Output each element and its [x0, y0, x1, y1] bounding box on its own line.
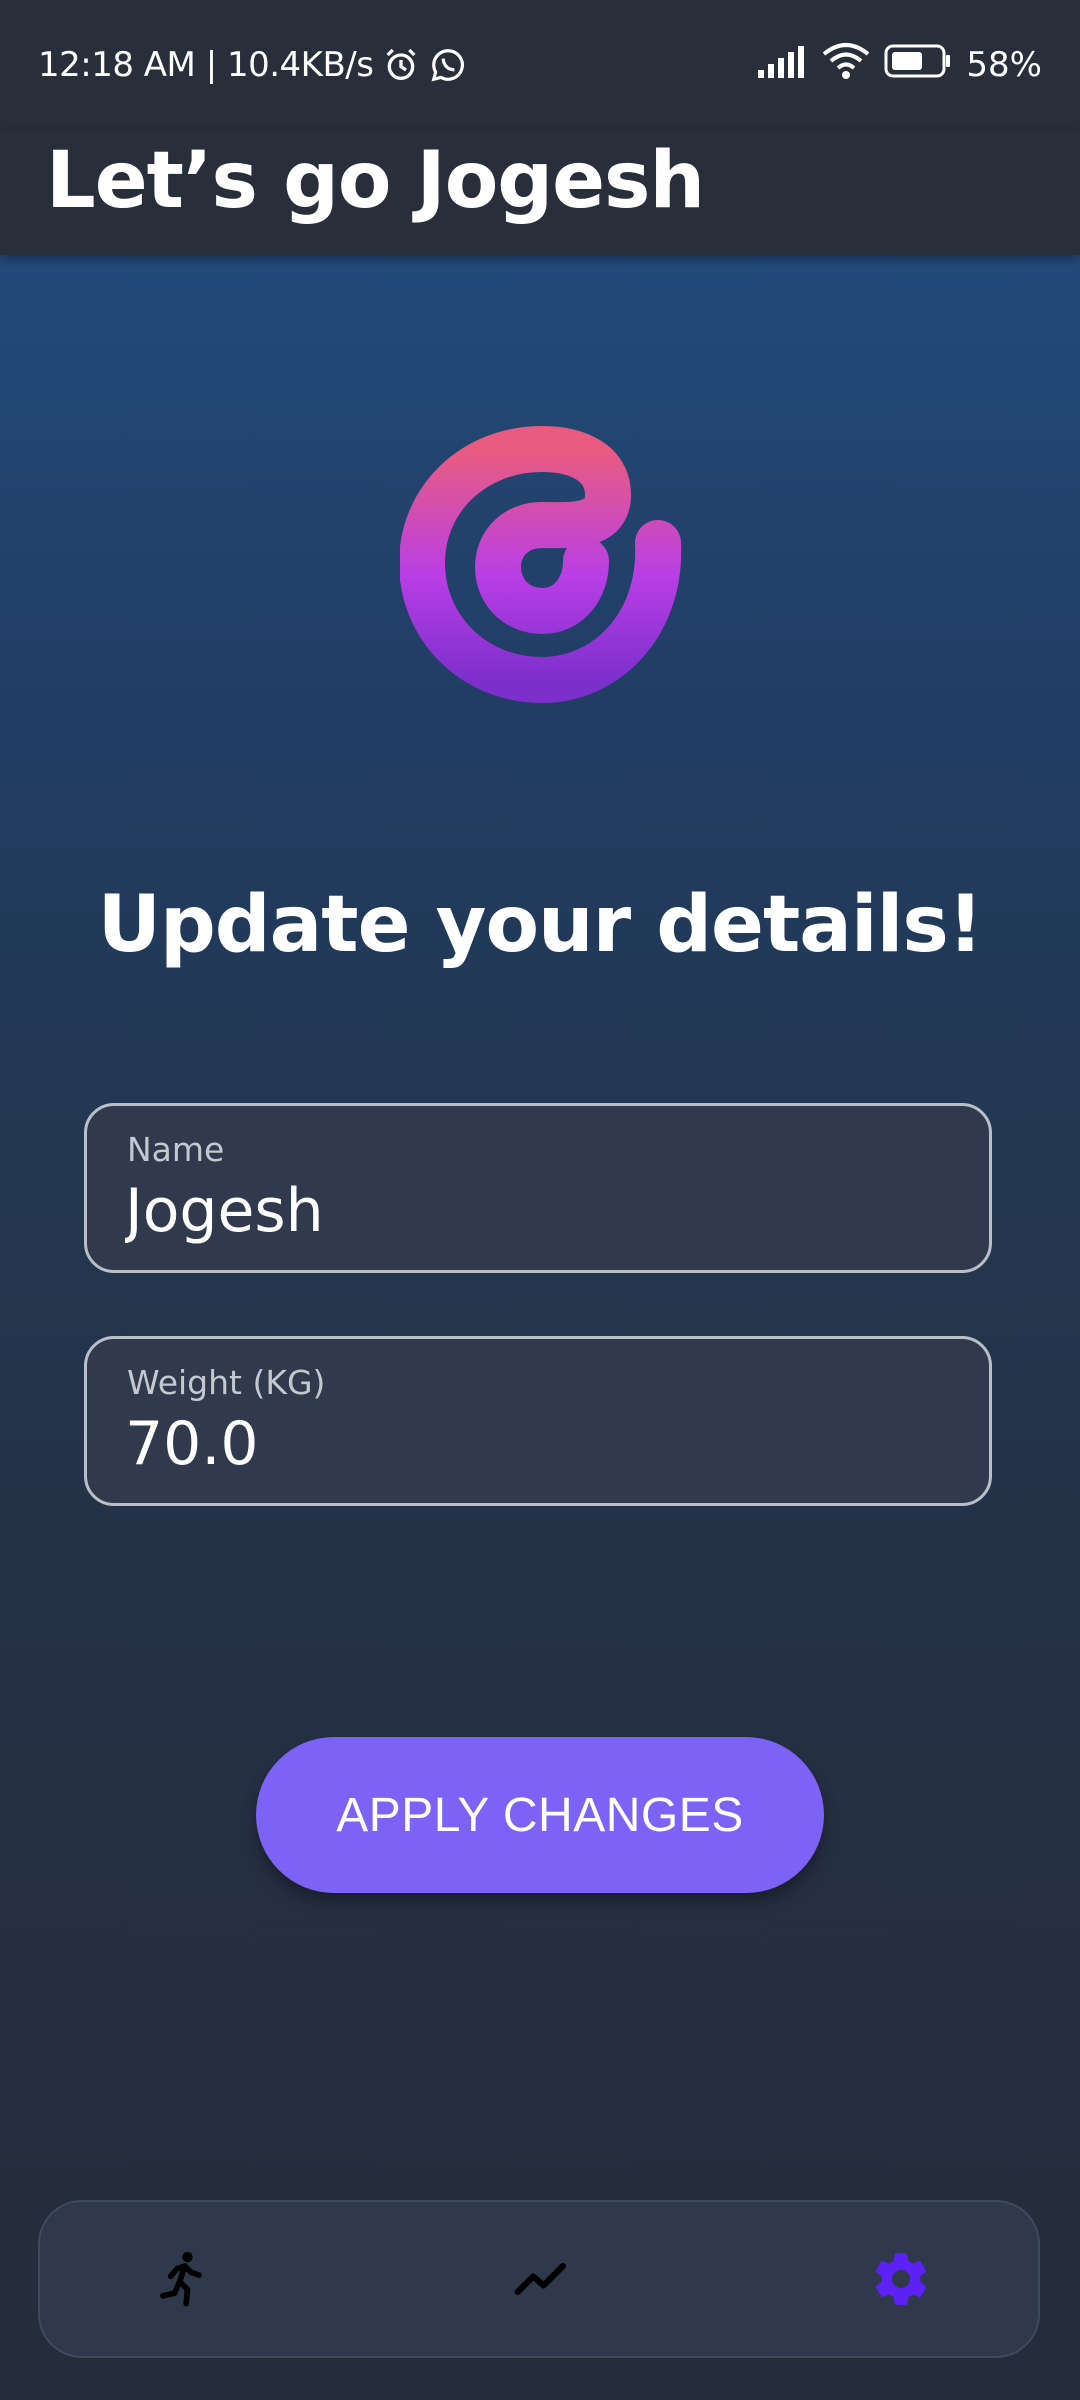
running-icon: [150, 2248, 212, 2314]
status-time: 12:18 AM: [38, 45, 196, 85]
page-title: Let’s go Jogesh: [46, 136, 705, 226]
nav-item-run[interactable]: [136, 2236, 226, 2326]
bottom-navigation: [38, 2200, 1040, 2358]
app-logo: [399, 425, 685, 710]
weight-field[interactable]: Weight (KG): [84, 1336, 992, 1506]
nav-item-stats[interactable]: [496, 2236, 586, 2326]
apply-changes-button[interactable]: APPLY CHANGES: [256, 1737, 824, 1893]
status-right: 58%: [756, 40, 1042, 90]
battery-icon: [884, 44, 952, 87]
status-separator: |: [195, 45, 227, 85]
network-speed: 10.4KB/s: [226, 45, 374, 85]
trending-chart-icon: [510, 2248, 572, 2314]
name-input[interactable]: [125, 1176, 945, 1246]
whatsapp-icon: [429, 46, 467, 84]
status-bar: 12:18 AM | 10.4KB/s 58%: [0, 0, 1080, 130]
update-details-heading: Update your details!: [97, 880, 984, 970]
nav-item-settings[interactable]: [856, 2236, 946, 2326]
signal-icon: [756, 44, 808, 87]
alarm-icon: [381, 45, 421, 85]
battery-level: 58%: [966, 45, 1042, 85]
weight-input[interactable]: [125, 1409, 945, 1479]
name-field[interactable]: Name: [84, 1103, 992, 1273]
settings-gear-icon: [870, 2248, 932, 2314]
status-left: 12:18 AM | 10.4KB/s: [38, 40, 467, 90]
name-field-label: Name: [127, 1130, 225, 1169]
weight-field-label: Weight (KG): [127, 1363, 326, 1402]
wifi-icon: [822, 42, 870, 89]
app-bar: Let’s go Jogesh: [0, 130, 1080, 255]
